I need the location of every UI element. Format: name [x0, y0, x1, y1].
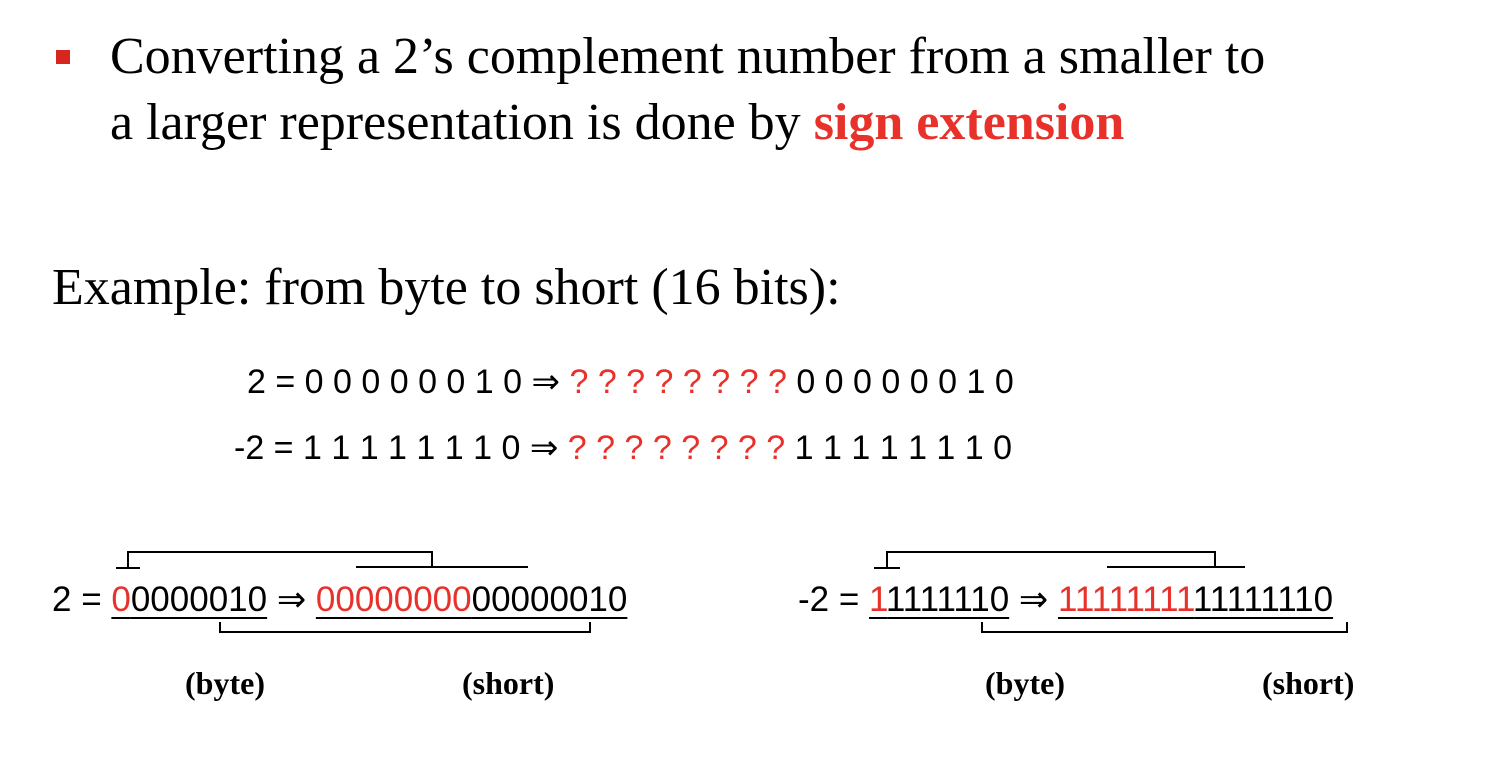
bracket-connectors	[116, 551, 1348, 633]
sign-copy-bracket-left	[127, 551, 433, 568]
low-byte-bracket-right	[981, 622, 1348, 633]
low-byte-bracket-left	[219, 622, 591, 633]
sign-copy-bracket-right	[886, 551, 1216, 568]
